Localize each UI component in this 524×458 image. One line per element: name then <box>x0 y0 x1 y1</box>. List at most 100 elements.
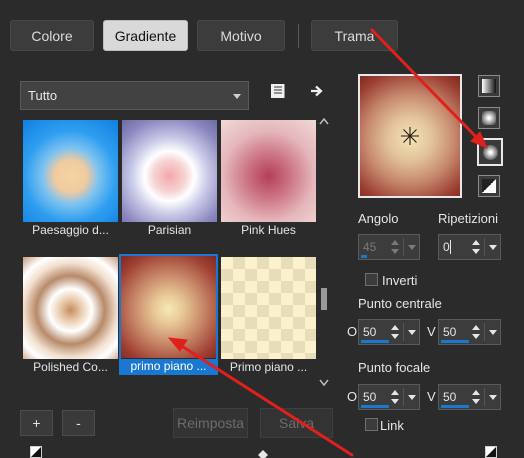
spin-separator <box>484 388 485 406</box>
angle-value: 45 <box>363 240 377 254</box>
spin-arrows-icon[interactable] <box>388 322 402 342</box>
spin-arrows-icon[interactable] <box>469 237 483 257</box>
gradient-thumb-parisian[interactable]: Parisian <box>122 120 217 237</box>
gradient-preview <box>221 120 316 222</box>
gradient-caption: Paesaggio d... <box>32 223 109 237</box>
radial-style-icon <box>483 145 498 160</box>
focal-o-spinbox[interactable]: 50 <box>358 384 420 410</box>
linear-style-button[interactable] <box>478 75 500 97</box>
tab-label: Motivo <box>220 27 262 44</box>
spin-arrows-icon[interactable] <box>388 237 402 257</box>
sunburst-style-button[interactable] <box>478 175 500 197</box>
linear-style-icon <box>482 79 496 93</box>
focal-v-level-bar <box>441 405 469 408</box>
category-select[interactable]: Tutto <box>20 81 249 110</box>
spin-separator <box>403 388 404 406</box>
gradient-caption: Polished Co... <box>33 360 108 374</box>
add-gradient-button[interactable]: + <box>20 410 53 436</box>
gradient-thumb-primo-piano-selected[interactable]: primo piano ... <box>119 254 218 375</box>
spin-arrows-icon[interactable] <box>469 387 483 407</box>
resize-handle-icon[interactable] <box>257 450 269 458</box>
center-v-label: V <box>427 324 436 339</box>
center-o-level-bar <box>361 340 389 343</box>
gradient-caption: primo piano ... <box>121 359 216 374</box>
focal-v-value: 50 <box>443 390 457 404</box>
gradient-preview <box>221 257 316 359</box>
gradient-thumb-primo-piano-transparent[interactable]: Primo piano ... <box>221 257 316 374</box>
spin-arrows-icon[interactable] <box>469 322 483 342</box>
invert-checkbox[interactable] <box>365 273 378 286</box>
reset-label: Reimposta <box>177 415 244 431</box>
center-o-value: 50 <box>363 325 377 339</box>
gradient-caption: Pink Hues <box>241 223 296 237</box>
spin-separator <box>403 238 404 256</box>
document-list-icon[interactable] <box>271 84 285 98</box>
remove-gradient-button[interactable]: - <box>62 410 95 436</box>
gradient-preview <box>23 257 118 359</box>
gradient-thumb-paesaggio[interactable]: Paesaggio d... <box>23 120 118 237</box>
gradient-preview <box>121 256 216 358</box>
repeats-label: Ripetizioni <box>438 211 498 226</box>
spin-separator <box>403 323 404 341</box>
tab-label: Colore <box>31 27 73 44</box>
chevron-down-icon[interactable] <box>489 330 497 335</box>
foreground-swatch-icon[interactable] <box>30 446 42 458</box>
chevron-down-icon[interactable] <box>408 395 416 400</box>
focal-o-value: 50 <box>363 390 377 404</box>
center-v-spinbox[interactable]: 50 <box>438 319 501 345</box>
link-checkbox[interactable] <box>365 418 378 431</box>
spin-arrows-icon[interactable] <box>388 387 402 407</box>
radial-style-button[interactable] <box>477 138 503 166</box>
center-point-label: Punto centrale <box>358 296 442 311</box>
angle-level-bar <box>361 255 367 258</box>
rectangular-style-icon <box>482 111 496 125</box>
background-swatch-icon[interactable] <box>485 446 497 458</box>
angle-spinbox[interactable]: 45 <box>358 234 420 260</box>
thumbnails-scrollbar[interactable] <box>318 118 330 388</box>
center-v-value: 50 <box>443 325 457 339</box>
rectangular-style-button[interactable] <box>478 107 500 129</box>
chevron-down-icon[interactable] <box>489 245 497 250</box>
angle-label: Angolo <box>358 211 399 226</box>
category-select-value: Tutto <box>28 88 58 103</box>
tab-colore[interactable]: Colore <box>10 20 94 51</box>
focal-o-label: O <box>347 389 358 404</box>
center-o-spinbox[interactable]: 50 <box>358 319 420 345</box>
tab-label: Gradiente <box>114 27 177 44</box>
gradient-caption: Primo piano ... <box>229 360 308 374</box>
chevron-down-icon[interactable] <box>408 330 416 335</box>
save-label: Salva <box>278 415 315 431</box>
chevron-down-icon[interactable] <box>489 395 497 400</box>
tab-label: Trama <box>334 27 375 44</box>
repeats-spinbox[interactable]: 0 <box>438 234 501 260</box>
gradient-preview-large[interactable] <box>358 74 462 198</box>
focal-v-spinbox[interactable]: 50 <box>438 384 501 410</box>
tab-divider <box>298 24 299 48</box>
tab-trama[interactable]: Trama <box>311 20 398 51</box>
save-button[interactable]: Salva <box>260 408 333 438</box>
link-label[interactable]: Link <box>380 418 404 433</box>
text-cursor <box>450 240 451 254</box>
chevron-down-icon <box>233 94 241 99</box>
spin-separator <box>484 238 485 256</box>
gradient-thumb-pink-hues[interactable]: Pink Hues <box>221 120 316 237</box>
chevron-down-icon[interactable] <box>408 245 416 250</box>
focal-o-level-bar <box>361 405 389 408</box>
tab-gradiente[interactable]: Gradiente <box>103 20 188 51</box>
arrow-right-icon[interactable] <box>309 83 325 99</box>
tab-motivo[interactable]: Motivo <box>197 20 285 51</box>
gradient-preview <box>23 120 118 222</box>
add-label: + <box>32 415 41 431</box>
repeats-value: 0 <box>443 240 450 254</box>
reset-button[interactable]: Reimposta <box>173 408 248 438</box>
remove-label: - <box>76 415 81 431</box>
sunburst-style-icon <box>482 179 496 193</box>
center-o-label: O <box>347 324 358 339</box>
gradient-caption: Parisian <box>147 223 192 237</box>
invert-label[interactable]: Inverti <box>382 273 417 288</box>
center-v-level-bar <box>441 340 469 343</box>
center-point-icon[interactable] <box>400 126 420 146</box>
gradient-preview <box>122 120 217 222</box>
gradient-thumb-polished-copper[interactable]: Polished Co... <box>23 257 118 374</box>
focal-point-label: Punto focale <box>358 360 431 375</box>
